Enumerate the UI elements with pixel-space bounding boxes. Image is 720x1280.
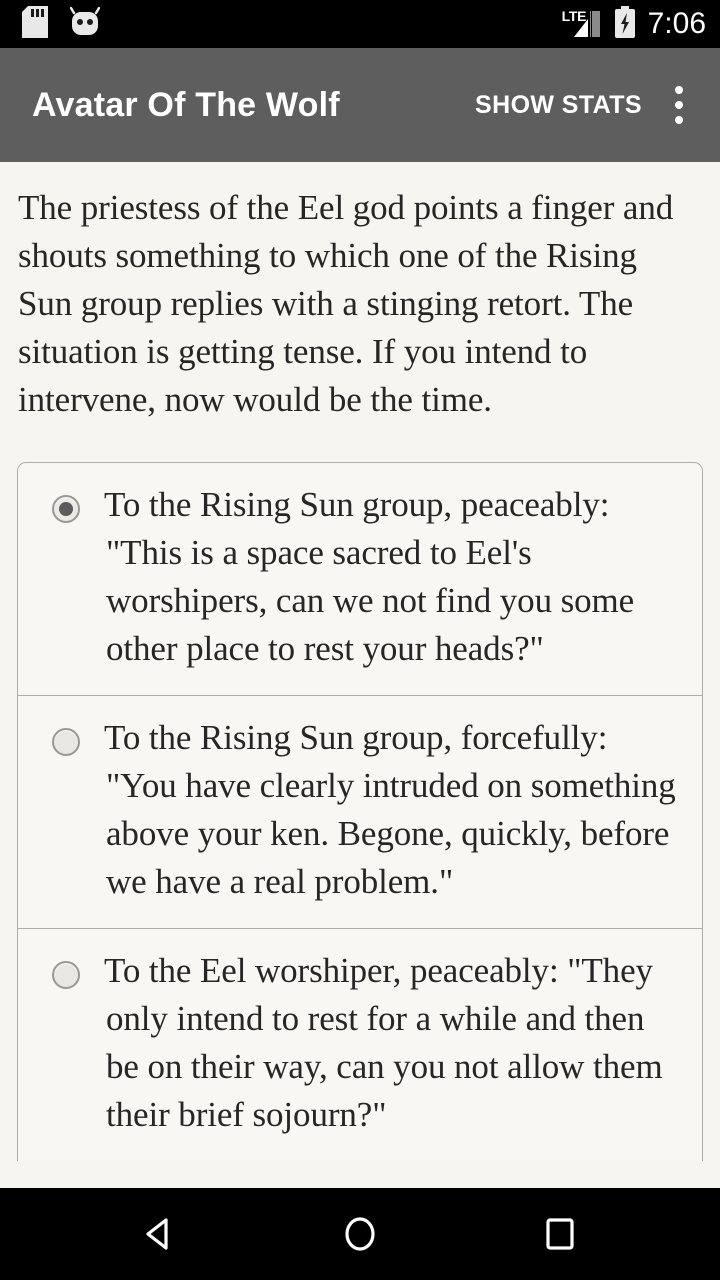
choice-label: To the Eel worshiper, peaceably: "They o… [104,951,663,1134]
main-content: The priestess of the Eel god points a fi… [0,162,720,1188]
battery-charging-icon [614,5,636,43]
signal-bars-icon: LTE [562,9,604,39]
overflow-menu-icon[interactable] [652,70,706,140]
status-bar-right-icons: LTE 7:06 [562,5,706,43]
choice-option-3[interactable]: To the Eel worshiper, peaceably: "They o… [18,929,702,1161]
radio-button-unselected[interactable] [52,961,80,989]
back-triangle-icon[interactable] [105,1188,215,1280]
choice-option-1[interactable]: To the Rising Sun group, peaceably: "Thi… [18,463,702,696]
home-circle-icon[interactable] [305,1188,415,1280]
system-navigation-bar [0,1188,720,1280]
android-head-icon [69,6,101,42]
sd-card-icon [22,5,48,43]
choice-label: To the Rising Sun group, forcefully: "Yo… [104,718,676,901]
choices-card: To the Rising Sun group, peaceably: "Thi… [17,462,703,1161]
choice-label: To the Rising Sun group, peaceably: "Thi… [104,485,635,668]
story-paragraph: The priestess of the Eel god points a fi… [18,188,674,419]
page-title: Avatar Of The Wolf [32,86,340,124]
recents-square-icon[interactable] [505,1188,615,1280]
overflow-dot [675,116,683,124]
overflow-dot [675,101,683,109]
show-stats-button[interactable]: SHOW STATS [465,77,652,134]
app-screen: LTE 7:06 Avatar Of The Wolf SHOW STATS T… [0,0,720,1280]
overflow-dot [675,86,683,94]
radio-button-unselected[interactable] [52,728,80,756]
app-bar: Avatar Of The Wolf SHOW STATS [0,48,720,162]
choice-option-2[interactable]: To the Rising Sun group, forcefully: "Yo… [18,696,702,929]
radio-button-selected[interactable] [52,495,80,523]
status-bar-left-icons [22,5,101,43]
status-bar: LTE 7:06 [0,0,720,48]
status-bar-clock: 7:06 [647,7,706,40]
